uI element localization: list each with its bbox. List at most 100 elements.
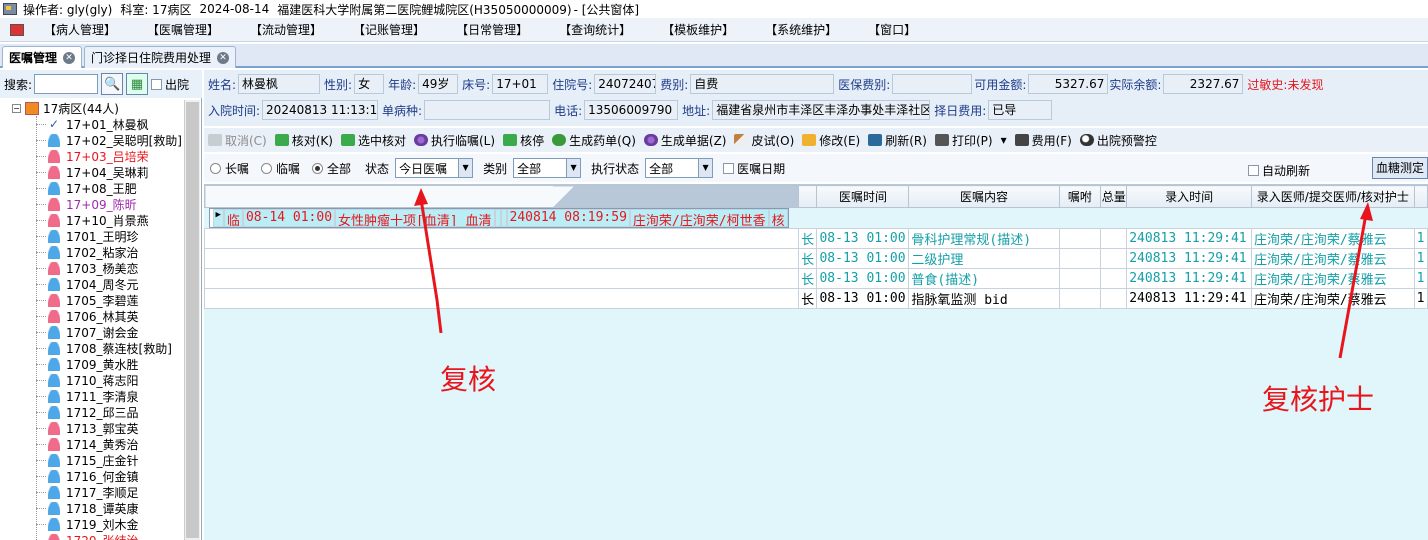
row-indicator[interactable] [203, 268, 800, 289]
toolbar-button-8[interactable]: 修改(E) [802, 132, 860, 149]
menu-template[interactable]: 【模板维护】 [662, 21, 734, 38]
patient-tree-item[interactable]: 1710_蒋志阳 [0, 372, 184, 388]
order-staff-cell[interactable]: 庄洵荣/庄洵荣/柯世香 [629, 209, 769, 227]
patient-tree-item[interactable]: 1719_刘木金 [0, 516, 184, 532]
order-note-cell[interactable] [1058, 248, 1102, 269]
toolbar-button-6[interactable]: 生成单据(Z) [643, 132, 726, 149]
order-entry-time-cell[interactable]: 240813 11:29:41 [1126, 288, 1253, 309]
temp-order-radio[interactable] [261, 162, 273, 174]
row-indicator[interactable] [203, 248, 800, 269]
tab-order-management[interactable]: 医嘱管理 ✕ [2, 46, 83, 68]
patient-tree-item[interactable]: 1711_李清泉 [0, 388, 184, 404]
chevron-down-icon[interactable]: ▼ [698, 159, 713, 177]
order-tail-cell[interactable]: 核 [768, 209, 788, 227]
order-tail-cell[interactable]: 1 [1413, 288, 1428, 309]
col-header-time[interactable]: 医嘱时间 [816, 185, 910, 208]
current-row-arrow-icon[interactable]: ▶ [212, 209, 224, 227]
tree-scrollbar[interactable] [184, 100, 200, 540]
patient-tree-item[interactable]: 17+08_王肥 [0, 180, 184, 196]
order-entry-time-cell[interactable]: 240814 08:19:59 [506, 209, 630, 227]
menu-logo-icon[interactable] [10, 23, 24, 36]
row-indicator[interactable] [203, 228, 800, 249]
col-header-staff[interactable]: 录入医师/提交医师/核对护士 [1251, 185, 1415, 208]
toolbar-button-11[interactable]: 费用(F) [1014, 132, 1072, 149]
order-date-checkbox[interactable] [723, 162, 735, 174]
close-icon[interactable]: ✕ [63, 51, 76, 64]
patient-tree-item[interactable]: 1715_庄金针 [0, 452, 184, 468]
col-header-entry-time[interactable]: 录入时间 [1126, 185, 1253, 208]
patient-tree-item[interactable]: 1720_张结治 [0, 532, 184, 540]
order-type-cell[interactable]: 长 [798, 288, 818, 309]
order-time-cell[interactable]: 08-14 01:00 [242, 209, 336, 227]
patient-tree-item[interactable]: 17+10_肖景燕 [0, 212, 184, 228]
menu-query[interactable]: 【查询统计】 [559, 21, 631, 38]
exec-status-select[interactable]: 全部 ▼ [645, 158, 714, 178]
patient-tree-item[interactable]: 1708_蔡连枝[救助] [0, 340, 184, 356]
order-type-cell[interactable]: 长 [798, 268, 818, 289]
order-entry-time-cell[interactable]: 240813 11:29:41 [1126, 248, 1253, 269]
patient-tree-item[interactable]: 1709_黄水胜 [0, 356, 184, 372]
patient-tree-item[interactable]: 1716_何金镇 [0, 468, 184, 484]
toolbar-button-1[interactable]: 核对(K) [274, 132, 333, 149]
order-entry-time-cell[interactable]: 240813 11:29:41 [1126, 268, 1253, 289]
toolbar-button-0[interactable]: 取消(C) [208, 132, 267, 149]
long-order-radio[interactable] [210, 162, 221, 174]
menu-accounting[interactable]: 【记账管理】 [353, 21, 425, 38]
auto-refresh-checkbox[interactable] [1248, 165, 1259, 176]
toolbar-button-5[interactable]: 生成药单(Q) [552, 132, 636, 149]
order-type-cell[interactable]: 长 [798, 248, 818, 269]
order-content-cell[interactable]: 指脉氧监测 bid [908, 288, 1060, 309]
patient-tree-item[interactable]: 1702_粘家治 [0, 244, 184, 260]
order-tail-cell[interactable]: 1 [1413, 228, 1428, 249]
menu-system[interactable]: 【系统维护】 [765, 21, 837, 38]
search-input[interactable] [34, 74, 99, 94]
order-time-cell[interactable]: 08-13 01:00 [816, 268, 910, 289]
order-time-cell[interactable]: 08-13 01:00 [816, 228, 910, 249]
patient-tree-item[interactable]: 17+04_吴琳莉 [0, 164, 184, 180]
order-time-cell[interactable]: 08-13 01:00 [816, 288, 910, 309]
type-header[interactable] [798, 185, 818, 208]
patient-tree-item[interactable]: 17+09_陈昕 [0, 196, 184, 212]
print-dropdown-icon[interactable]: ▾ [1001, 133, 1007, 147]
glucose-test-button[interactable]: 血糖测定 [1371, 157, 1428, 179]
order-staff-cell[interactable]: 庄洵荣/庄洵荣/蔡雅云 [1251, 248, 1415, 269]
patient-tree-item[interactable]: 1706_林其英 [0, 308, 184, 324]
order-row[interactable]: 长 08-13 01:00 指脉氧监测 bid 240813 11:29:41 庄洵荣/… [203, 288, 1428, 309]
order-row[interactable]: 长 08-13 01:00 骨科护理常规(描述) 240813 11:29:41 庄洵荣… [203, 228, 1428, 249]
patient-tree-item[interactable]: 1701_王明珍 [0, 228, 184, 244]
row-indicator[interactable] [203, 288, 800, 309]
toolbar-button-3[interactable]: 执行临嘱(L) [414, 132, 495, 149]
chevron-down-icon[interactable]: ▼ [458, 159, 473, 177]
scrollbar-thumb[interactable] [186, 102, 199, 538]
toolbar-button-9[interactable]: 刷新(R) [868, 132, 927, 149]
order-content-cell[interactable]: 二级护理 [908, 248, 1060, 269]
col-header-content[interactable]: 医嘱内容 [908, 185, 1060, 208]
order-total-cell[interactable] [1100, 288, 1128, 309]
order-total-cell[interactable] [1100, 228, 1128, 249]
order-note-cell[interactable] [1058, 228, 1102, 249]
order-staff-cell[interactable]: 庄洵荣/庄洵荣/蔡雅云 [1251, 288, 1415, 309]
ward-root-node[interactable]: − 17病区(44人) [0, 100, 184, 116]
order-staff-cell[interactable]: 庄洵荣/庄洵荣/蔡雅云 [1251, 268, 1415, 289]
menu-window[interactable]: 【窗口】 [868, 21, 916, 38]
collapse-icon[interactable]: − [12, 103, 21, 113]
toolbar-button-7[interactable]: 皮试(O) [734, 132, 794, 149]
order-tail-cell[interactable]: 1 [1413, 248, 1428, 269]
menu-orders[interactable]: 【医嘱管理】 [147, 21, 219, 38]
all-order-radio[interactable] [312, 162, 324, 174]
order-total-cell[interactable] [1100, 268, 1128, 289]
patient-tree-item[interactable]: 1718_谭英康 [0, 500, 184, 516]
menu-patient[interactable]: 【病人管理】 [44, 21, 116, 38]
order-row[interactable]: 长 08-13 01:00 二级护理 240813 11:29:41 庄洵荣/庄洵荣/蔡… [203, 248, 1428, 269]
col-header-more[interactable] [1413, 185, 1428, 208]
col-header-total[interactable]: 总量 [1100, 185, 1128, 208]
patient-tree-item[interactable]: 1712_邱三品 [0, 404, 184, 420]
order-type-cell[interactable]: 长 [798, 228, 818, 249]
patient-tree-item[interactable]: 1707_谢会金 [0, 324, 184, 340]
order-content-cell[interactable]: 女性肿瘤十项[血清] 血清 [335, 209, 495, 227]
toolbar-button-4[interactable]: 核停 [503, 132, 544, 149]
search-button[interactable]: 🔍 [101, 73, 124, 95]
patient-tree-item[interactable]: 1704_周冬元 [0, 276, 184, 292]
tab-outpatient-fee[interactable]: 门诊择日住院费用处理 ✕ [84, 46, 237, 68]
patient-tree-item[interactable]: 1703_杨美恋 [0, 260, 184, 276]
